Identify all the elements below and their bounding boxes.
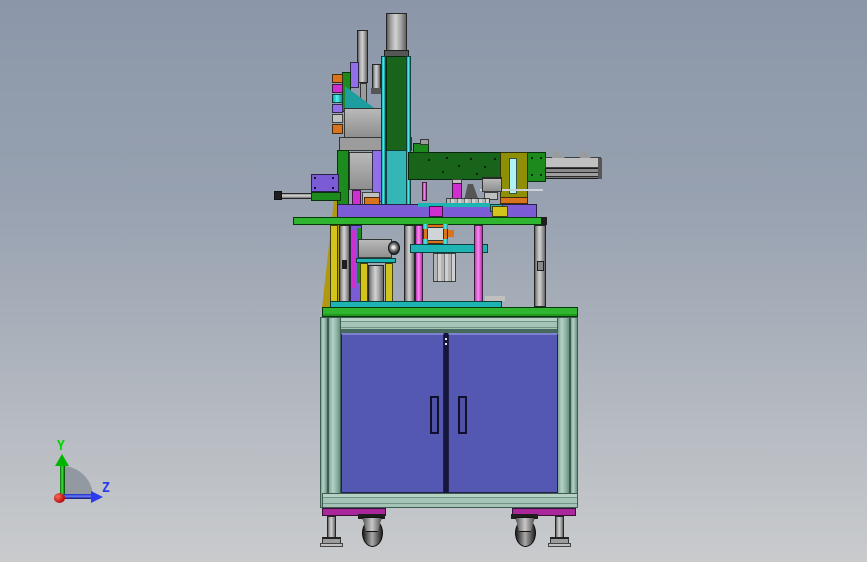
cad-viewport[interactable]: Y Z [0, 0, 867, 562]
y-axis-label: Y [57, 439, 65, 454]
axis-triad: Y Z [0, 0, 867, 562]
z-axis-shaft [64, 494, 92, 499]
y-axis-arrowhead [55, 454, 69, 466]
z-axis-label: Z [102, 481, 110, 496]
triad-quarter-arc [62, 466, 93, 497]
x-axis-origin-dot [54, 493, 65, 503]
